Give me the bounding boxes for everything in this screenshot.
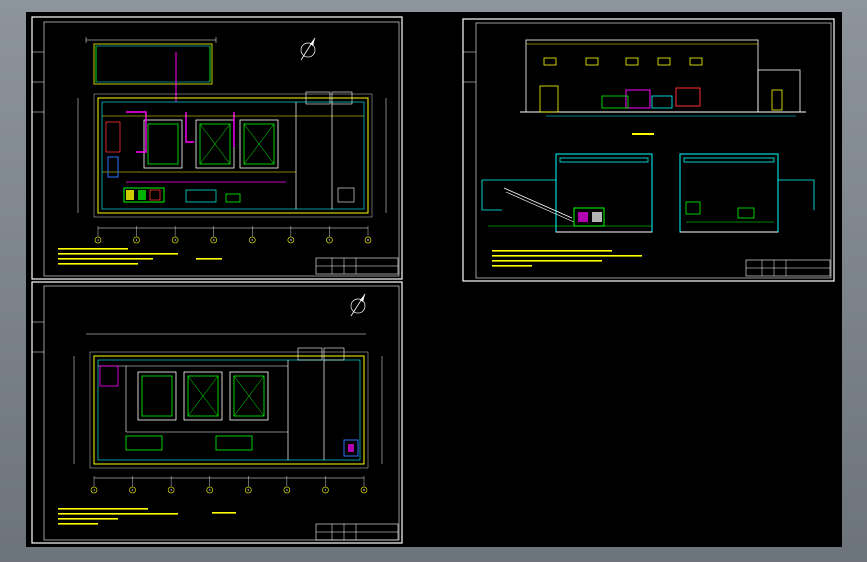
axis-label: 3 xyxy=(174,238,176,242)
north-arrow-icon xyxy=(350,293,366,317)
axis-label: 2 xyxy=(136,238,138,242)
axis-label: 1 xyxy=(93,488,95,492)
north-arrow-icon xyxy=(300,37,316,61)
axis-label: 1 xyxy=(97,238,99,242)
axis-label: 4 xyxy=(209,488,211,492)
axis-label: 7 xyxy=(329,238,331,242)
axis-label: 6 xyxy=(290,238,292,242)
cad-drawing: 1 2 3 4 5 6 7 8 1 2 3 4 5 6 7 8 xyxy=(31,16,835,544)
axis-label: 7 xyxy=(325,488,327,492)
cad-viewport[interactable]: 1 2 3 4 5 6 7 8 1 2 3 4 5 6 7 8 xyxy=(26,12,842,547)
axis-label: 8 xyxy=(363,488,365,492)
axis-label: 2 xyxy=(132,488,134,492)
sheet-plan-lower: 1 2 3 4 5 6 7 8 xyxy=(31,281,403,544)
axis-label: 8 xyxy=(367,238,369,242)
sheet-plan-upper: 1 2 3 4 5 6 7 8 xyxy=(31,16,403,280)
axis-label: 5 xyxy=(247,488,249,492)
axis-label: 4 xyxy=(213,238,215,242)
axis-label: 3 xyxy=(170,488,172,492)
axis-label: 5 xyxy=(251,238,253,242)
sheet-elevations-sections xyxy=(462,18,835,282)
axis-label: 6 xyxy=(286,488,288,492)
